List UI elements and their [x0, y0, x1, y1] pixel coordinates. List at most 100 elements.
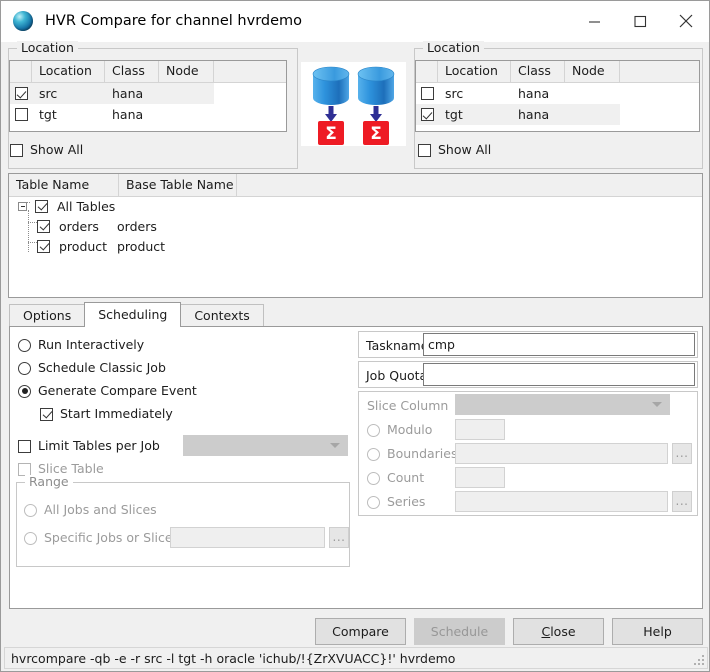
database-cylinder-icon	[312, 66, 350, 105]
taskname-input[interactable]: cmp	[423, 333, 695, 356]
all-tables-checkbox[interactable]	[35, 199, 48, 213]
generate-compare-event-row[interactable]: Generate Compare Event	[18, 384, 197, 398]
run-interactively-radio[interactable]	[18, 338, 31, 352]
table-row[interactable]: src hana	[10, 83, 286, 104]
close-button-dialog[interactable]: Close	[513, 618, 604, 645]
right-location-grid[interactable]: Location Class Node src hana tgt hana	[415, 60, 700, 132]
collapse-expander-icon[interactable]	[18, 201, 27, 211]
specific-jobs-browse-button[interactable]: ...	[329, 527, 349, 548]
right-row-checkbox-src[interactable]	[420, 87, 434, 100]
right-show-all-checkbox[interactable]	[418, 143, 431, 157]
series-row[interactable]: Series	[367, 495, 425, 509]
specific-jobs-or-slices-input[interactable]	[170, 527, 325, 548]
limit-tables-per-job-combo[interactable]	[183, 435, 348, 456]
boundaries-browse-button[interactable]: ...	[672, 443, 692, 464]
modulo-row[interactable]: Modulo	[367, 423, 432, 437]
left-row-location-tgt: tgt	[39, 107, 57, 122]
table-row[interactable]: tgt hana	[10, 104, 286, 125]
run-interactively-row[interactable]: Run Interactively	[18, 338, 144, 352]
table-row[interactable]: src hana	[416, 83, 699, 104]
schedule-classic-job-radio[interactable]	[18, 361, 31, 375]
tree-row-all-tables[interactable]: All Tables	[18, 196, 115, 216]
tree-branch-line	[28, 242, 37, 243]
tab-options[interactable]: Options	[9, 304, 86, 327]
range-group: Range	[16, 475, 350, 567]
slice-column-combo[interactable]	[455, 394, 670, 415]
boundaries-row[interactable]: Boundaries	[367, 447, 457, 461]
count-row[interactable]: Count	[367, 471, 424, 485]
schedule-classic-job-row[interactable]: Schedule Classic Job	[18, 361, 166, 375]
limit-tables-per-job-label: Limit Tables per Job	[38, 438, 160, 453]
series-radio[interactable]	[367, 495, 380, 509]
job-quota-input[interactable]	[423, 363, 695, 386]
start-immediately-label: Start Immediately	[60, 406, 173, 421]
tab-scheduling[interactable]: Scheduling	[84, 302, 182, 327]
tab-contexts[interactable]: Contexts	[180, 304, 264, 327]
resize-grip-icon[interactable]	[692, 653, 704, 665]
schedule-button[interactable]: Schedule	[414, 618, 505, 645]
all-jobs-and-slices-radio[interactable]	[24, 503, 37, 517]
left-row-class-src: hana	[112, 86, 144, 101]
left-row-checkbox-tgt[interactable]	[14, 108, 28, 121]
specific-jobs-or-slices-row[interactable]: Specific Jobs or Slices	[24, 531, 179, 545]
table-name-orders: orders	[59, 218, 99, 234]
tree-branch-line	[28, 222, 37, 223]
left-show-all-checkbox[interactable]	[10, 143, 23, 157]
maximize-button[interactable]	[617, 1, 663, 41]
right-row-class-tgt: hana	[518, 107, 550, 122]
limit-tables-per-job-checkbox[interactable]	[18, 439, 31, 453]
left-col-location: Location	[32, 61, 105, 82]
left-row-checkbox-src[interactable]	[14, 87, 28, 100]
start-immediately-row[interactable]: Start Immediately	[40, 407, 173, 421]
series-browse-button[interactable]: ...	[672, 491, 692, 512]
table-checkbox-orders[interactable]	[37, 219, 50, 233]
right-row-location-tgt: tgt	[445, 107, 463, 122]
tree-row-product[interactable]: product product	[37, 236, 165, 256]
all-jobs-and-slices-row[interactable]: All Jobs and Slices	[24, 503, 157, 517]
database-cylinder-icon	[357, 66, 395, 105]
left-col-filler	[214, 61, 286, 82]
specific-jobs-or-slices-radio[interactable]	[24, 531, 37, 545]
tables-tree-panel[interactable]: Table Name Base Table Name All Tables or…	[8, 173, 703, 298]
job-quota-label: Job Quota	[366, 368, 428, 383]
count-radio[interactable]	[367, 471, 380, 485]
right-show-all-label: Show All	[438, 142, 492, 157]
compare-button[interactable]: Compare	[315, 618, 406, 645]
generate-compare-event-label: Generate Compare Event	[38, 383, 197, 398]
boundaries-radio[interactable]	[367, 447, 380, 461]
status-bar: hvrcompare -qb -e -r src -l tgt -h oracl…	[4, 647, 708, 669]
series-input[interactable]	[455, 491, 668, 512]
close-button[interactable]	[663, 1, 709, 41]
left-location-header: Location Class Node	[10, 61, 286, 83]
left-col-class: Class	[105, 61, 159, 82]
left-show-all-label: Show All	[30, 142, 84, 157]
right-show-all-row[interactable]: Show All	[418, 143, 491, 157]
limit-tables-per-job-row[interactable]: Limit Tables per Job	[18, 439, 160, 453]
right-row-checkbox-tgt[interactable]	[420, 108, 434, 121]
right-row-class-src: hana	[518, 86, 550, 101]
left-location-grid[interactable]: Location Class Node src hana tgt hana	[9, 60, 287, 132]
minimize-button[interactable]	[571, 1, 617, 41]
title-bar: HVR Compare for channel hvrdemo	[1, 1, 709, 42]
svg-text:Σ: Σ	[370, 124, 382, 144]
help-button[interactable]: Help	[612, 618, 703, 645]
modulo-radio[interactable]	[367, 423, 380, 437]
generate-compare-event-radio[interactable]	[18, 384, 31, 398]
close-mnemonic: C	[541, 624, 551, 639]
left-col-check	[10, 61, 32, 82]
tab-strip[interactable]: Options Scheduling Contexts	[9, 302, 264, 327]
chevron-down-icon	[652, 402, 662, 407]
table-checkbox-product[interactable]	[37, 239, 50, 253]
down-arrow-icon	[325, 106, 337, 122]
sigma-compare-icon: Σ	[318, 121, 344, 145]
base-table-name-orders: orders	[117, 218, 157, 234]
tree-row-orders[interactable]: orders orders	[37, 216, 157, 236]
count-input[interactable]	[455, 467, 505, 488]
left-show-all-row[interactable]: Show All	[10, 143, 83, 157]
modulo-input[interactable]	[455, 419, 505, 440]
table-row[interactable]: tgt hana	[416, 104, 699, 125]
boundaries-input[interactable]	[455, 443, 668, 464]
schedule-classic-job-label: Schedule Classic Job	[38, 360, 166, 375]
slice-column-label: Slice Column	[367, 398, 449, 413]
start-immediately-checkbox[interactable]	[40, 407, 53, 421]
